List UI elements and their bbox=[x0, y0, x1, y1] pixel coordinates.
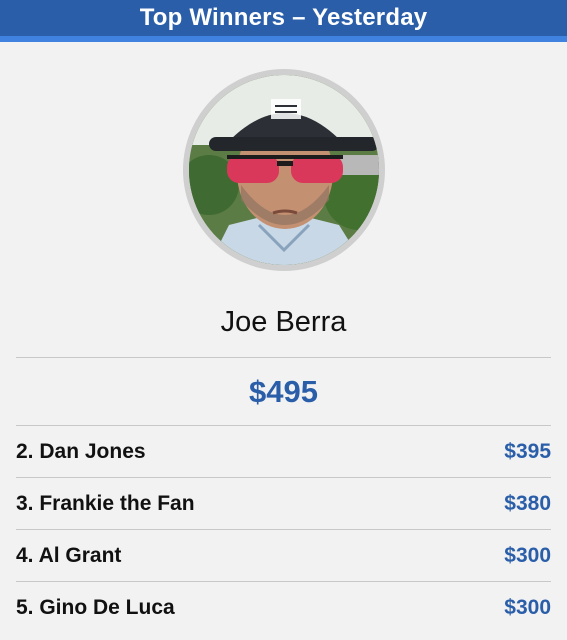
list-item[interactable]: 5. Gino De Luca $300 bbox=[16, 581, 551, 633]
winner-name: Joe Berra bbox=[220, 306, 347, 338]
list-item[interactable]: 2. Dan Jones $395 bbox=[16, 425, 551, 477]
runner-up-list: 2. Dan Jones $395 3. Frankie the Fan $38… bbox=[16, 425, 551, 633]
list-item[interactable]: 4. Al Grant $300 bbox=[16, 529, 551, 581]
winner-profile-photo-icon bbox=[188, 75, 379, 265]
rank-name: 4. Al Grant bbox=[16, 543, 122, 567]
rank-name: 2. Dan Jones bbox=[16, 439, 146, 463]
rank-amount: $300 bbox=[504, 595, 551, 619]
page-title: Top Winners – Yesterday bbox=[139, 4, 428, 31]
avatar-frame bbox=[182, 69, 385, 271]
list-item[interactable]: 3. Frankie the Fan $380 bbox=[16, 477, 551, 529]
rank-name: 5. Gino De Luca bbox=[16, 595, 175, 619]
rank-amount: $395 bbox=[504, 439, 551, 463]
top-bar: Top Winners – Yesterday bbox=[0, 0, 567, 42]
winner-amount: $495 bbox=[249, 373, 318, 409]
rank-name: 3. Frankie the Fan bbox=[16, 491, 195, 515]
rank-amount: $300 bbox=[504, 543, 551, 567]
top-winner-card: Joe Berra $495 bbox=[0, 69, 567, 425]
rank-amount: $380 bbox=[504, 491, 551, 515]
avatar[interactable] bbox=[188, 75, 379, 265]
